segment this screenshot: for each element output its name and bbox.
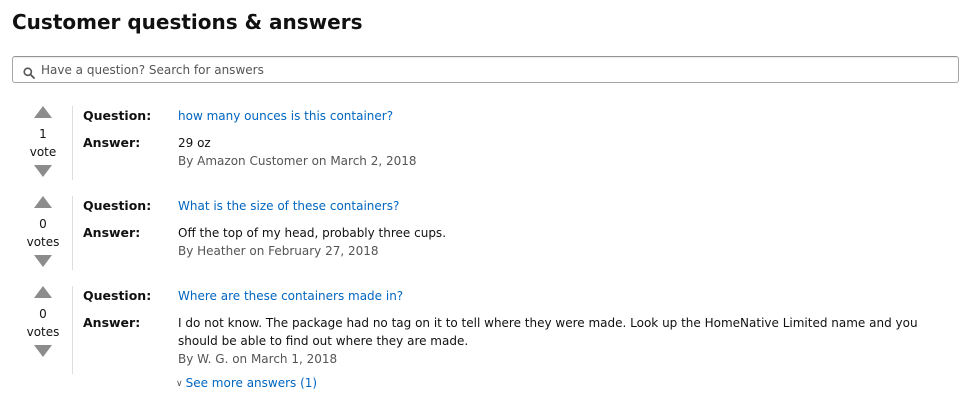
vote-up-arrow-icon[interactable] — [34, 196, 52, 208]
see-more-answers-link[interactable]: ∨ See more answers (1) — [176, 374, 317, 393]
vote-count: 1 — [39, 127, 47, 141]
vote-label: vote — [29, 145, 57, 159]
search-icon — [23, 64, 35, 79]
answer-label: Answer: — [83, 225, 141, 240]
divider — [72, 286, 73, 374]
divider — [72, 106, 73, 180]
answer-label: Answer: — [83, 135, 141, 150]
answer-text: Off the top of my head, probably three c… — [178, 226, 447, 240]
page-title: Customer questions & answers — [12, 10, 363, 34]
question-link[interactable]: how many ounces is this container? — [178, 107, 393, 125]
answer-byline: By Amazon Customer on March 2, 2018 — [178, 154, 417, 168]
vote-label: votes — [26, 325, 60, 339]
qa-item: 0 votes Question: What is the size of th… — [0, 196, 963, 272]
question-label: Question: — [83, 288, 152, 303]
vote-up-arrow-icon[interactable] — [34, 286, 52, 298]
vote-down-arrow-icon[interactable] — [34, 165, 52, 177]
qa-item: 0 votes Question: Where are these contai… — [0, 286, 963, 398]
vote-count: 0 — [39, 307, 47, 321]
answer-byline: By Heather on February 27, 2018 — [178, 244, 379, 258]
vote-column: 1 vote — [22, 106, 64, 177]
vote-down-arrow-icon[interactable] — [34, 255, 52, 267]
answer-text: I do not know. The package had no tag on… — [178, 316, 918, 348]
vote-down-arrow-icon[interactable] — [34, 345, 52, 357]
answer-label: Answer: — [83, 315, 141, 330]
vote-column: 0 votes — [22, 196, 64, 267]
search-input[interactable] — [41, 57, 941, 82]
vote-label: votes — [26, 235, 60, 249]
vote-up-arrow-icon[interactable] — [34, 106, 52, 118]
question-label: Question: — [83, 198, 152, 213]
question-link[interactable]: What is the size of these containers? — [178, 197, 399, 215]
divider — [72, 196, 73, 270]
vote-count: 0 — [39, 217, 47, 231]
search-box[interactable] — [12, 56, 959, 83]
vote-column: 0 votes — [22, 286, 64, 357]
see-more-label: See more answers (1) — [185, 376, 318, 390]
qa-item: 1 vote Question: how many ounces is this… — [0, 106, 963, 182]
answer-text: 29 oz — [178, 136, 211, 150]
question-label: Question: — [83, 108, 152, 123]
chevron-down-icon: ∨ — [176, 379, 183, 389]
question-link[interactable]: Where are these containers made in? — [178, 287, 403, 305]
answer-byline: By W. G. on March 1, 2018 — [178, 352, 338, 366]
